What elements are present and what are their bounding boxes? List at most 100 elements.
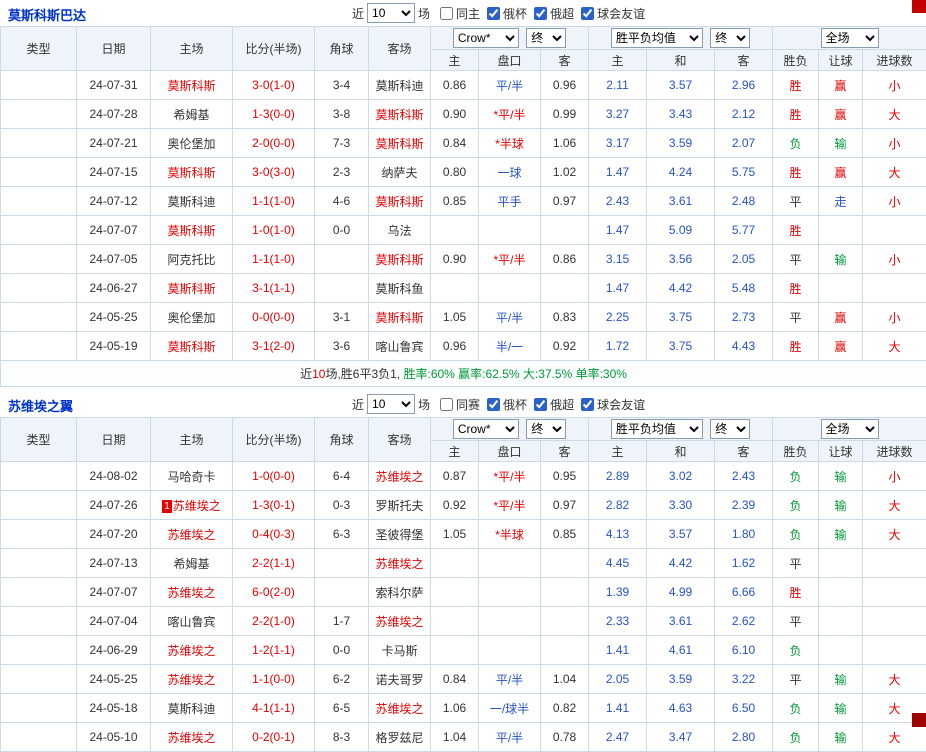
away-team-cell[interactable]: 苏维埃之 [369, 607, 431, 636]
away-team-name: 莫斯科斯 [375, 108, 423, 122]
away-team-name: 罗斯托夫 [375, 499, 423, 513]
away-team-cell[interactable]: 索科尔萨 [369, 578, 431, 607]
corner-score: 0-3 [315, 491, 369, 520]
eu-home-odds: 1.39 [589, 578, 647, 607]
match-date: 24-07-28 [77, 100, 151, 129]
home-team-cell[interactable]: 苏维埃之 [151, 520, 233, 549]
filter-checkbox-input[interactable] [534, 7, 547, 20]
home-team-cell[interactable]: 马哈奇卡 [151, 462, 233, 491]
bookmaker-select[interactable]: Crow* [453, 28, 519, 48]
league-badge: 球会友谊 [1, 245, 77, 274]
away-team-cell[interactable]: 苏维埃之 [369, 694, 431, 723]
scope-select[interactable]: 全场 [821, 419, 879, 439]
eu-draw-odds: 3.30 [647, 491, 715, 520]
filter-checkbox[interactable]: 俄超 [534, 396, 574, 413]
away-team-cell[interactable]: 莫斯科斯 [369, 303, 431, 332]
asian-home-odds: 0.80 [431, 158, 479, 187]
home-team-cell[interactable]: 莫斯科斯 [151, 332, 233, 361]
away-team-cell[interactable]: 诺夫哥罗 [369, 665, 431, 694]
filter-checkbox-input[interactable] [534, 398, 547, 411]
eu-final-select[interactable]: 终 [710, 28, 750, 48]
eu-home-odds: 1.72 [589, 332, 647, 361]
filter-checkbox[interactable]: 球会友谊 [581, 396, 645, 413]
eu-average-select[interactable]: 胜平负均值 [611, 419, 703, 439]
handicap-result: 赢 [819, 71, 863, 100]
match-date: 24-05-25 [77, 303, 151, 332]
scope-select[interactable]: 全场 [821, 28, 879, 48]
home-team-cell[interactable]: 莫斯科迪 [151, 187, 233, 216]
away-team-cell[interactable]: 莫斯科斯 [369, 187, 431, 216]
filter-checkbox[interactable]: 球会友谊 [581, 5, 645, 22]
summary-segment: 场,胜6平3负1, [325, 367, 403, 381]
away-team-cell[interactable]: 罗斯托夫 [369, 491, 431, 520]
home-team-cell[interactable]: 奥伦堡加 [151, 129, 233, 158]
goals-result: 大 [863, 491, 926, 520]
match-rows: 俄杯 24-07-31 莫斯科斯 3-0(1-0) 3-4 莫斯科迪 0.86 … [1, 71, 926, 361]
filter-checkbox[interactable]: 俄杯 [487, 5, 527, 22]
away-team-cell[interactable]: 莫斯科斯 [369, 245, 431, 274]
match-date: 24-07-05 [77, 245, 151, 274]
home-team-cell[interactable]: 莫斯科迪 [151, 694, 233, 723]
home-team-cell[interactable]: 苏维埃之 [151, 665, 233, 694]
filter-checkbox[interactable]: 同主 [440, 5, 480, 22]
filter-checkbox-input[interactable] [581, 7, 594, 20]
home-team-cell[interactable]: 苏维埃之 [151, 636, 233, 665]
home-team-cell[interactable]: 奥伦堡加 [151, 303, 233, 332]
away-team-cell[interactable]: 莫斯科斯 [369, 100, 431, 129]
filter-checkbox[interactable]: 俄超 [534, 5, 574, 22]
match-date: 24-05-18 [77, 694, 151, 723]
goals-result [863, 274, 926, 303]
away-team-cell[interactable]: 莫斯科斯 [369, 129, 431, 158]
away-team-cell[interactable]: 莫斯科鱼 [369, 274, 431, 303]
away-team-cell[interactable]: 莫斯科迪 [369, 71, 431, 100]
eu-final-select[interactable]: 终 [710, 419, 750, 439]
home-team-cell[interactable]: 莫斯科斯 [151, 216, 233, 245]
asian-final-select[interactable]: 终 [526, 28, 566, 48]
away-team-cell[interactable]: 苏维埃之 [369, 549, 431, 578]
corner-score [315, 245, 369, 274]
filter-checkbox[interactable]: 同赛 [440, 396, 480, 413]
home-team-cell[interactable]: 莫斯科斯 [151, 274, 233, 303]
home-team-cell[interactable]: 希姆基 [151, 100, 233, 129]
match-count-select[interactable]: 10 [367, 394, 415, 414]
home-team-cell[interactable]: 莫斯科斯 [151, 71, 233, 100]
away-team-cell[interactable]: 乌法 [369, 216, 431, 245]
home-team-cell[interactable]: 莫斯科斯 [151, 158, 233, 187]
home-team-cell[interactable]: 1苏维埃之 [151, 491, 233, 520]
eu-away-odds: 2.48 [715, 187, 773, 216]
filter-checkbox[interactable]: 俄杯 [487, 396, 527, 413]
bookmaker-select[interactable]: Crow* [453, 419, 519, 439]
score: 0-4(0-3) [233, 520, 315, 549]
filter-checkbox-input[interactable] [440, 7, 453, 20]
result: 平 [773, 607, 819, 636]
match-date: 24-06-27 [77, 274, 151, 303]
result: 负 [773, 129, 819, 158]
home-team-cell[interactable]: 希姆基 [151, 549, 233, 578]
away-team-cell[interactable]: 卡马斯 [369, 636, 431, 665]
score: 2-0(0-0) [233, 129, 315, 158]
eu-home-odds: 3.17 [589, 129, 647, 158]
home-team-cell[interactable]: 苏维埃之 [151, 578, 233, 607]
away-team-cell[interactable]: 纳萨夫 [369, 158, 431, 187]
score: 1-2(1-1) [233, 636, 315, 665]
result: 平 [773, 665, 819, 694]
away-team-cell[interactable]: 苏维埃之 [369, 462, 431, 491]
score: 1-3(0-1) [233, 491, 315, 520]
eu-home-odds: 1.47 [589, 274, 647, 303]
away-team-cell[interactable]: 喀山鲁宾 [369, 332, 431, 361]
col-type: 类型 [1, 27, 77, 71]
asian-final-select[interactable]: 终 [526, 419, 566, 439]
away-team-cell[interactable]: 圣彼得堡 [369, 520, 431, 549]
filter-checkbox-input[interactable] [487, 398, 500, 411]
match-table-krylia: 类型 日期 主场 比分(半场) 角球 客场 Crow* 终 胜平负均值 终 [0, 417, 926, 752]
filter-checkbox-input[interactable] [581, 398, 594, 411]
home-team-cell[interactable]: 喀山鲁宾 [151, 607, 233, 636]
match-row: 俄超 24-07-21 奥伦堡加 2-0(0-0) 7-3 莫斯科斯 0.84 … [1, 129, 926, 158]
filter-checkbox-input[interactable] [487, 7, 500, 20]
match-count-select[interactable]: 10 [367, 3, 415, 23]
asian-handicap: 平/半 [479, 303, 541, 332]
eu-average-select[interactable]: 胜平负均值 [611, 28, 703, 48]
eu-home-odds: 3.15 [589, 245, 647, 274]
filter-checkbox-input[interactable] [440, 398, 453, 411]
home-team-cell[interactable]: 阿克托比 [151, 245, 233, 274]
